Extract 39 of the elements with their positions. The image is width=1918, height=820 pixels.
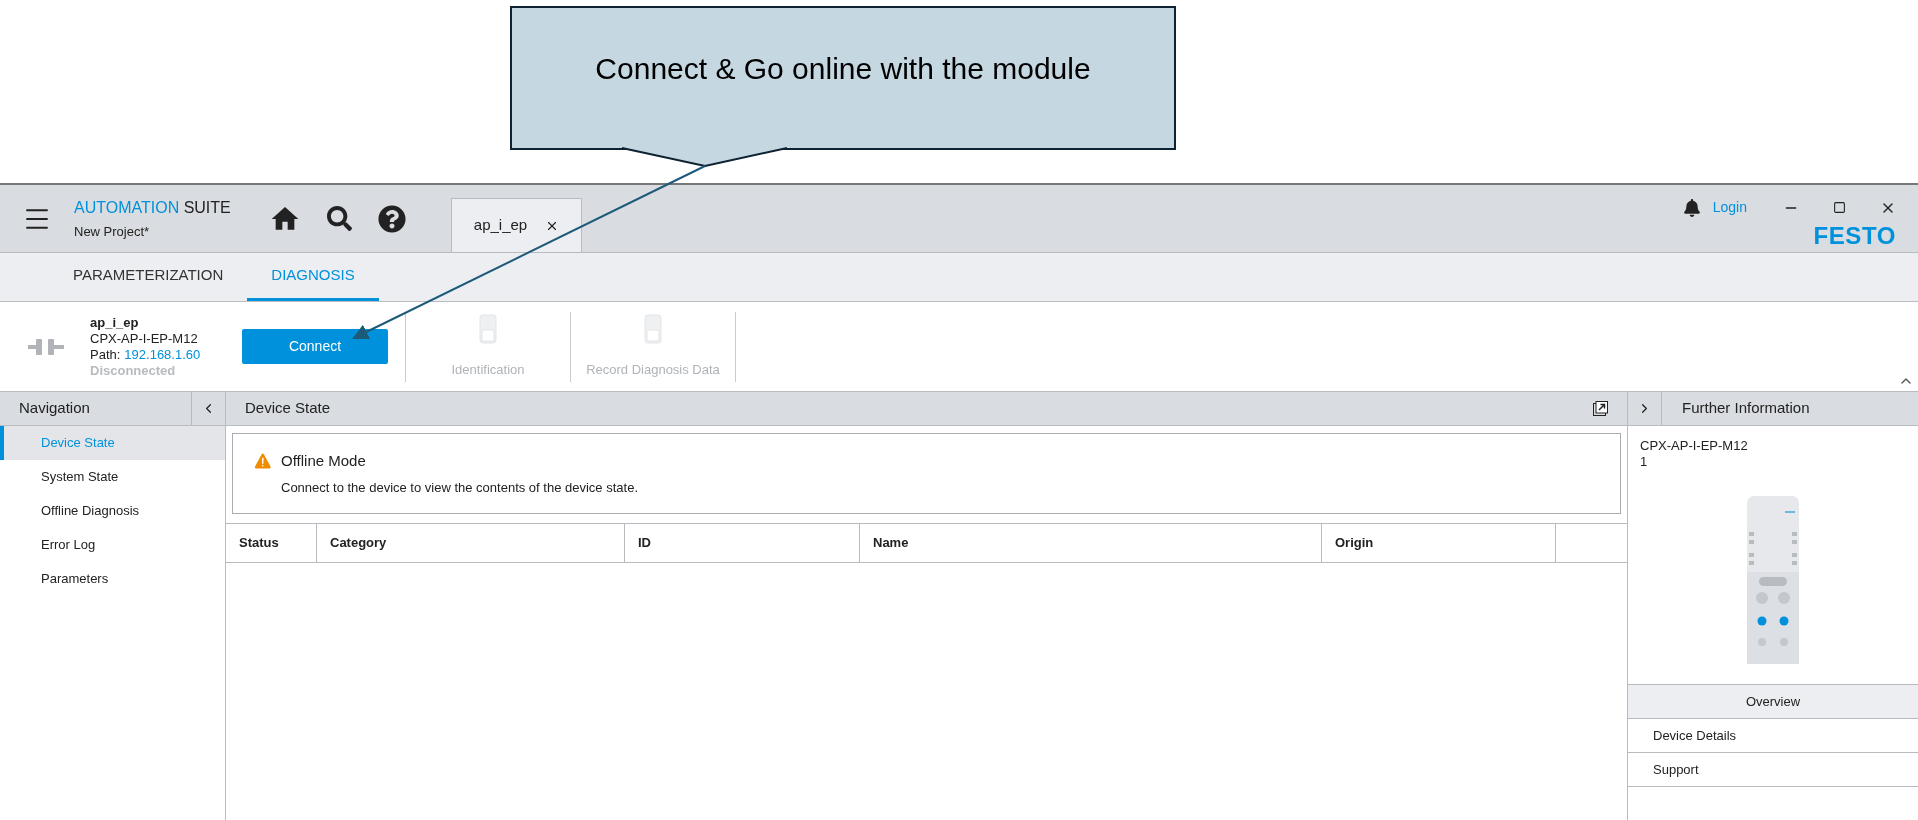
maximize-icon[interactable] (1833, 201, 1846, 214)
notice-message: Connect to the device to view the contents of the device state. (280, 479, 639, 497)
info-link[interactable]: Overview (1628, 684, 1918, 718)
path-label: Path: (90, 346, 121, 363)
panel-title: Navigation (18, 398, 91, 419)
path-link[interactable]: 192.168.1.60 (124, 346, 201, 363)
tab-label: ap_i_ep (473, 215, 528, 236)
column-header[interactable]: Name (860, 524, 1322, 562)
action-label: Identification (451, 361, 525, 379)
column-header[interactable]: Origin (1322, 524, 1556, 562)
panel-title: Further Information (1681, 398, 1810, 419)
nav-item[interactable]: System State (0, 460, 225, 494)
toggle-icon (644, 313, 662, 344)
nav-item[interactable]: Parameters (0, 562, 225, 596)
panel-title: Device State (245, 398, 331, 419)
logo: FESTO (1813, 224, 1896, 248)
toggle-icon (479, 313, 497, 344)
connection-status: Disconnected (90, 362, 177, 379)
action-label: Record Diagnosis Data (586, 361, 720, 379)
help-icon[interactable] (378, 204, 406, 233)
notice-title: Offline Mode (281, 450, 366, 471)
column-header[interactable]: Category (317, 524, 625, 562)
nav-item[interactable]: Offline Diagnosis (0, 494, 225, 528)
column-header[interactable]: Status (226, 524, 317, 562)
info-slot: 1 (1640, 454, 1906, 470)
app-title: AUTOMATION SUITE (74, 197, 232, 218)
column-header[interactable]: ID (625, 524, 860, 562)
popout-icon[interactable] (1593, 401, 1608, 416)
connector-icon (28, 336, 64, 357)
callout-text: Connect & Go online with the module (595, 50, 1091, 87)
section-tab[interactable]: PARAMETERIZATION (49, 253, 248, 301)
device-model: CPX-AP-I-EP-M12 (90, 330, 199, 347)
search-icon[interactable] (327, 206, 352, 231)
device-name: ap_i_ep (90, 314, 140, 331)
info-model: CPX-AP-I-EP-M12 (1640, 438, 1749, 454)
nav-item[interactable]: Error Log (0, 528, 225, 562)
bell-icon[interactable] (1682, 198, 1701, 217)
project-name: New Project* (74, 222, 151, 241)
document-tab[interactable]: ap_i_ep (451, 198, 582, 252)
